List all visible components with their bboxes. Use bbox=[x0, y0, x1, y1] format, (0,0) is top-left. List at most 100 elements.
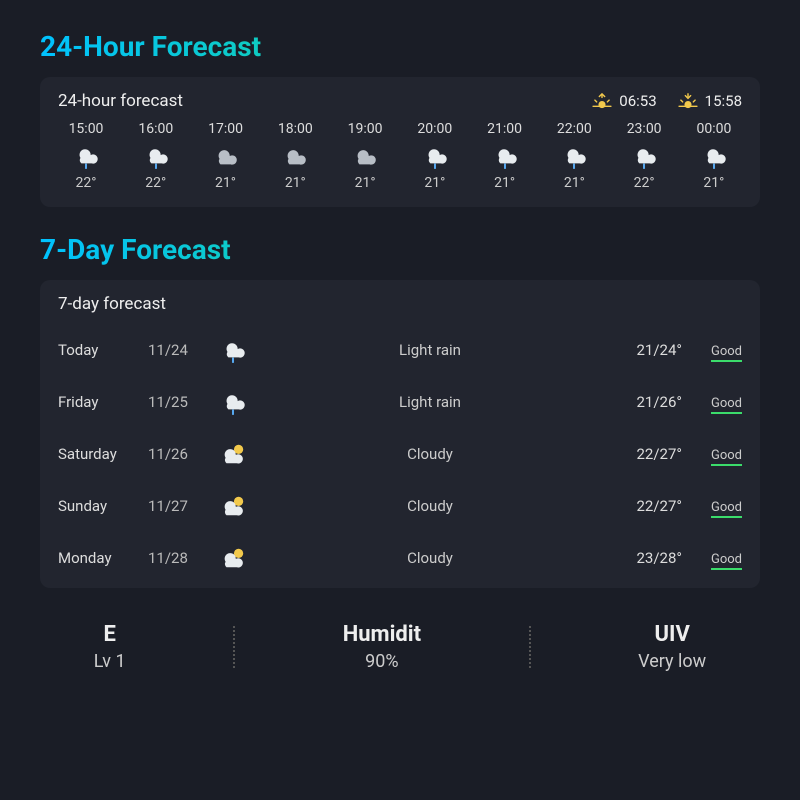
day-temps: 22/27° bbox=[592, 445, 682, 463]
hour-time: 23:00 bbox=[627, 121, 662, 137]
hour-time: 20:00 bbox=[417, 121, 452, 137]
weather-rain-icon bbox=[141, 143, 171, 169]
hourly-forecast-card: 24-hour forecast 06:53 bbox=[40, 77, 760, 207]
bottom-stats: E Lv 1 Humidit 90% UIV Very low bbox=[40, 614, 760, 672]
hour-col[interactable]: 23:00 22° bbox=[616, 121, 672, 191]
hour-col[interactable]: 16:00 22° bbox=[128, 121, 184, 191]
section-title-daily: 7-Day Forecast bbox=[40, 233, 760, 266]
day-condition: Cloudy bbox=[268, 549, 592, 567]
hour-time: 16:00 bbox=[138, 121, 173, 137]
weather-cloud-sun-icon bbox=[218, 493, 248, 519]
section-title-hourly: 24-Hour Forecast bbox=[40, 30, 760, 63]
air-quality-badge: Good bbox=[682, 393, 742, 411]
hour-temp: 21° bbox=[703, 175, 724, 191]
weather-rain-icon bbox=[71, 143, 101, 169]
sunrise: 06:53 bbox=[591, 92, 656, 110]
hour-temp: 21° bbox=[355, 175, 376, 191]
hour-col[interactable]: 18:0021° bbox=[267, 121, 323, 191]
day-condition: Light rain bbox=[268, 341, 592, 359]
day-row[interactable]: Monday11/28 Cloudy23/28°Good bbox=[58, 532, 742, 584]
weather-rain-icon bbox=[490, 143, 520, 169]
day-condition: Cloudy bbox=[268, 445, 592, 463]
wind-stat: E Lv 1 bbox=[94, 622, 126, 672]
day-date: 11/27 bbox=[148, 497, 218, 515]
sunrise-time: 06:53 bbox=[619, 92, 656, 110]
weather-cloud-sun-icon bbox=[218, 441, 248, 467]
day-row[interactable]: Friday11/25Light rain21/26°Good bbox=[58, 376, 742, 428]
hour-temp: 22° bbox=[76, 175, 97, 191]
day-date: 11/24 bbox=[148, 341, 218, 359]
hour-temp: 21° bbox=[424, 175, 445, 191]
weather-rain-icon bbox=[559, 143, 589, 169]
hour-temp: 21° bbox=[215, 175, 236, 191]
wind-label: E bbox=[103, 622, 115, 647]
day-row[interactable]: Saturday11/26 Cloudy22/27°Good bbox=[58, 428, 742, 480]
humidity-value: 90% bbox=[365, 651, 398, 672]
hour-temp: 21° bbox=[494, 175, 515, 191]
weather-rain-icon bbox=[218, 389, 248, 415]
hour-col[interactable]: 19:00 21° bbox=[337, 121, 393, 191]
weather-cloud-sun-icon bbox=[218, 545, 248, 571]
hour-temp: 21° bbox=[564, 175, 585, 191]
day-name: Sunday bbox=[58, 497, 148, 515]
daily-card-label: 7-day forecast bbox=[58, 294, 166, 314]
weather-rain-icon bbox=[420, 143, 450, 169]
weather-rain-icon bbox=[699, 143, 729, 169]
hour-time: 15:00 bbox=[69, 121, 104, 137]
weather-cloud-icon bbox=[280, 143, 310, 169]
weather-cloud-icon bbox=[350, 143, 380, 169]
sun-times: 06:53 15:58 bbox=[591, 92, 742, 110]
uv-stat: UIV Very low bbox=[638, 622, 706, 672]
weather-rain-icon bbox=[218, 337, 248, 363]
air-quality-badge: Good bbox=[682, 445, 742, 463]
air-quality-badge: Good bbox=[682, 341, 742, 359]
hour-time: 21:00 bbox=[487, 121, 522, 137]
day-condition: Cloudy bbox=[268, 497, 592, 515]
day-name: Friday bbox=[58, 393, 148, 411]
divider bbox=[529, 626, 531, 668]
hour-time: 22:00 bbox=[557, 121, 592, 137]
day-name: Today bbox=[58, 341, 148, 359]
day-date: 11/26 bbox=[148, 445, 218, 463]
hour-col[interactable]: 22:00 21° bbox=[546, 121, 602, 191]
day-date: 11/28 bbox=[148, 549, 218, 567]
weather-cloud-icon bbox=[211, 143, 241, 169]
hour-col[interactable]: 21:00 21° bbox=[477, 121, 533, 191]
day-temps: 23/28° bbox=[592, 549, 682, 567]
day-name: Monday bbox=[58, 549, 148, 567]
wind-value: Lv 1 bbox=[94, 651, 126, 672]
divider bbox=[233, 626, 235, 668]
hour-time: 19:00 bbox=[348, 121, 383, 137]
sunset: 15:58 bbox=[677, 92, 742, 110]
hour-col[interactable]: 00:00 21° bbox=[686, 121, 742, 191]
hour-time: 00:00 bbox=[696, 121, 731, 137]
weather-rain-icon bbox=[629, 143, 659, 169]
day-row[interactable]: Sunday11/27 Cloudy22/27°Good bbox=[58, 480, 742, 532]
day-temps: 22/27° bbox=[592, 497, 682, 515]
hour-col[interactable]: 15:00 22° bbox=[58, 121, 114, 191]
uv-label: UIV bbox=[655, 622, 690, 647]
air-quality-badge: Good bbox=[682, 549, 742, 567]
day-name: Saturday bbox=[58, 445, 148, 463]
humidity-stat: Humidit 90% bbox=[343, 622, 421, 672]
day-condition: Light rain bbox=[268, 393, 592, 411]
sunset-time: 15:58 bbox=[705, 92, 742, 110]
hour-col[interactable]: 17:00 21° bbox=[198, 121, 254, 191]
hour-time: 17:00 bbox=[208, 121, 243, 137]
uv-value: Very low bbox=[638, 651, 706, 672]
day-row[interactable]: Today11/24 Light rain21/24°Good bbox=[58, 324, 742, 376]
day-temps: 21/26° bbox=[592, 393, 682, 411]
hour-temp: 22° bbox=[145, 175, 166, 191]
hourly-row[interactable]: 15:0022°16:0022°17:0021°18:0021°19:0021°… bbox=[58, 121, 742, 191]
sunrise-icon bbox=[591, 93, 613, 109]
air-quality-badge: Good bbox=[682, 497, 742, 515]
daily-rows: Today11/24Light rain21/24°GoodFriday11/2… bbox=[58, 324, 742, 584]
hour-temp: 22° bbox=[634, 175, 655, 191]
day-temps: 21/24° bbox=[592, 341, 682, 359]
humidity-label: Humidit bbox=[343, 622, 421, 647]
hour-temp: 21° bbox=[285, 175, 306, 191]
sunset-icon bbox=[677, 93, 699, 109]
hour-col[interactable]: 20:00 21° bbox=[407, 121, 463, 191]
daily-forecast-card: 7-day forecast Today11/24Light rain21/24… bbox=[40, 280, 760, 588]
hourly-card-label: 24-hour forecast bbox=[58, 91, 183, 111]
